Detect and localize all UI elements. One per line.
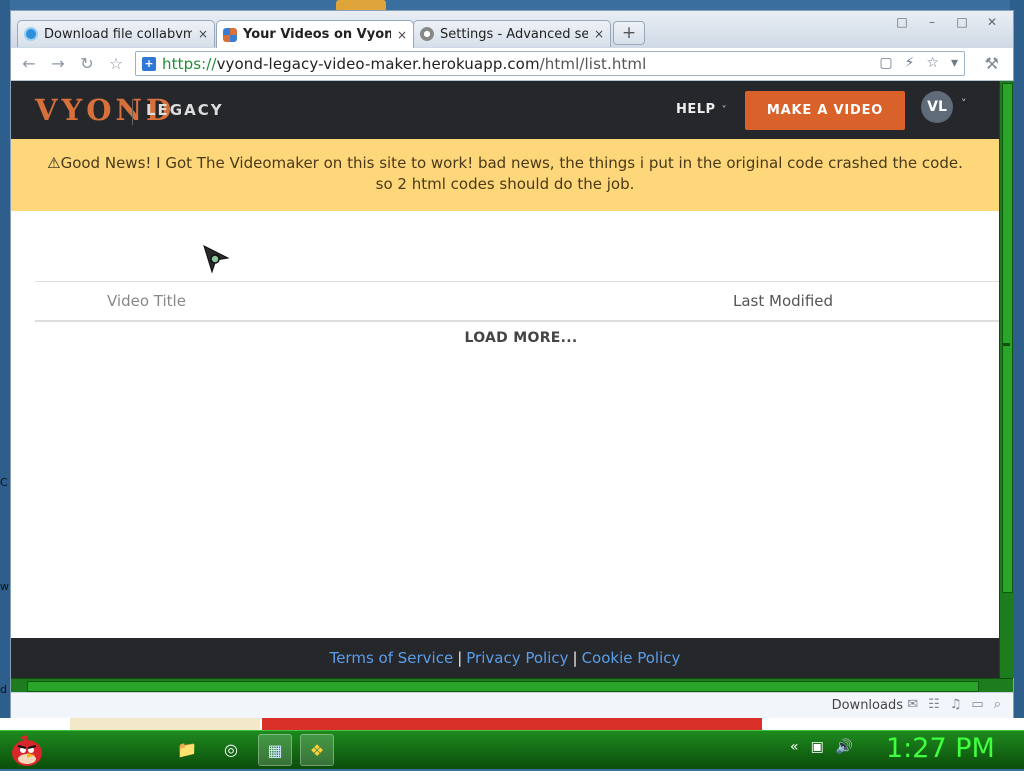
- display-icon[interactable]: ▭: [971, 697, 983, 712]
- tab-title: Your Videos on Vyond L: [243, 27, 391, 42]
- terms-link[interactable]: Terms of Service: [330, 649, 454, 667]
- footer-separator: |: [572, 649, 578, 667]
- footer-separator: |: [457, 649, 463, 667]
- show-hidden-icons-icon[interactable]: «: [790, 739, 799, 755]
- mail-icon[interactable]: ✉: [907, 697, 918, 712]
- tab-title: Settings - Advanced settir: [440, 26, 588, 42]
- desktop-letter: C: [0, 476, 8, 489]
- window-controls: □ – □ ✕: [889, 13, 1005, 31]
- taskbar-clock[interactable]: 1:27 PM: [886, 733, 995, 764]
- cookie-link[interactable]: Cookie Policy: [582, 649, 681, 667]
- new-tab-button[interactable]: +: [613, 21, 645, 45]
- forward-arrow-icon[interactable]: →: [48, 54, 68, 74]
- url-host: vyond-legacy-video-maker.herokuapp.com: [216, 54, 540, 73]
- download-site-icon: [24, 27, 38, 41]
- desktop-letter: d: [0, 683, 7, 696]
- status-icons: ✉ ☷ ♫ ▭ ⌕: [907, 697, 1001, 712]
- scrollbar-thumb[interactable]: [1002, 83, 1013, 593]
- media-center-icon[interactable]: ❖: [300, 734, 334, 766]
- url-text[interactable]: https://vyond-legacy-video-maker.herokua…: [162, 55, 646, 73]
- status-bar: Downloads ✉ ☷ ♫ ▭ ⌕: [11, 692, 1013, 720]
- secure-shield-icon: +: [142, 56, 156, 71]
- site-header: VYOND LEGACY HELP ˅ MAKE A VIDEO VL ˅: [11, 81, 999, 139]
- column-video-title[interactable]: Video Title: [107, 292, 186, 310]
- panel-icon[interactable]: ☷: [928, 697, 940, 712]
- desktop-wallpaper-strip: [0, 718, 1024, 730]
- announcement-banner: ⚠Good News! I Got The Videomaker on this…: [11, 139, 999, 211]
- audio-icon[interactable]: ♫: [950, 697, 962, 712]
- chevron-down-icon: ˅: [721, 105, 728, 116]
- logo-divider: [132, 99, 133, 125]
- gear-icon: [420, 27, 434, 41]
- url-path: /html/list.html: [539, 54, 647, 73]
- browser-window: Download file collabvm.e: × Your Videos …: [10, 10, 1014, 720]
- dropdown-icon[interactable]: ▾: [951, 55, 958, 71]
- popup-blocked-icon[interactable]: ▢: [879, 55, 892, 71]
- bookmark-star-icon[interactable]: ☆: [106, 54, 126, 74]
- maximize-icon[interactable]: □: [949, 13, 975, 31]
- chevron-down-icon[interactable]: ˅: [961, 97, 967, 110]
- downloads-button[interactable]: Downloads: [832, 698, 903, 713]
- wrench-menu-icon[interactable]: ⚒: [985, 54, 999, 73]
- close-tab-icon[interactable]: ×: [397, 28, 407, 42]
- banner-text: Good News! I Got The Videomaker on this …: [60, 154, 963, 193]
- address-bar[interactable]: + https://vyond-legacy-video-maker.herok…: [135, 51, 965, 76]
- tab-download[interactable]: Download file collabvm.e: ×: [17, 20, 215, 47]
- tab-settings[interactable]: Settings - Advanced settir ×: [413, 20, 611, 47]
- volume-icon[interactable]: 🔊: [836, 739, 853, 755]
- warning-icon: ⚠: [47, 154, 61, 172]
- tab-strip: Download file collabvm.e: × Your Videos …: [11, 11, 1013, 48]
- close-tab-icon[interactable]: ×: [198, 27, 208, 41]
- desktop-left-edge: C w d: [0, 0, 10, 730]
- vyond-icon: [223, 27, 237, 42]
- scrollbar-thumb[interactable]: [27, 681, 979, 692]
- zoom-icon[interactable]: ⌕: [994, 697, 1001, 712]
- control-panel-icon[interactable]: ▦: [258, 734, 292, 766]
- flash-icon[interactable]: ⚡: [905, 55, 915, 71]
- page-viewport: VYOND LEGACY HELP ˅ MAKE A VIDEO VL ˅ ⚠Go…: [11, 81, 999, 678]
- star-icon[interactable]: ☆: [926, 55, 939, 71]
- scrollbar-grip: [1003, 343, 1010, 346]
- system-tray: « ▣ 🔊: [790, 739, 853, 755]
- video-list-header: Video Title Last Modified: [35, 281, 999, 322]
- tab-title: Download file collabvm.e:: [44, 26, 192, 42]
- close-window-icon[interactable]: ✕: [979, 13, 1005, 31]
- minimize-icon[interactable]: –: [919, 13, 945, 31]
- browser-toolbar: ← → ↻ ☆ + https://vyond-legacy-video-mak…: [11, 48, 1013, 81]
- profile-icon[interactable]: □: [889, 13, 915, 31]
- close-tab-icon[interactable]: ×: [594, 27, 604, 41]
- folder-icon[interactable]: 📁: [170, 734, 204, 766]
- address-bar-icons: ▢ ⚡ ☆ ▾: [879, 55, 958, 71]
- privacy-link[interactable]: Privacy Policy: [466, 649, 568, 667]
- tab-your-videos[interactable]: Your Videos on Vyond L ×: [216, 20, 414, 48]
- desktop-letter: w: [0, 580, 9, 593]
- wallpaper-shape: [262, 718, 762, 730]
- reload-icon[interactable]: ↻: [77, 54, 97, 74]
- make-a-video-button[interactable]: MAKE A VIDEO: [745, 91, 905, 130]
- horizontal-scrollbar[interactable]: [11, 678, 1013, 693]
- vertical-scrollbar[interactable]: [999, 81, 1014, 678]
- network-icon[interactable]: ▣: [811, 739, 824, 755]
- logo-legacy-label: LEGACY: [146, 101, 224, 119]
- url-scheme: https://: [162, 54, 217, 73]
- site-footer: Terms of Service | Privacy Policy | Cookie P…: [11, 638, 999, 678]
- avatar[interactable]: VL: [921, 91, 953, 123]
- wallpaper-shape: [70, 718, 260, 730]
- help-label: HELP: [676, 102, 716, 117]
- load-more-button[interactable]: LOAD MORE...: [11, 330, 999, 346]
- start-button-angry-bird-icon[interactable]: [8, 733, 46, 767]
- help-menu[interactable]: HELP ˅: [676, 102, 727, 117]
- taskbar: 📁 ◎ ▦ ❖ « ▣ 🔊 1:27 PM: [0, 730, 1024, 769]
- column-last-modified[interactable]: Last Modified: [733, 292, 833, 310]
- browser-icon[interactable]: ◎: [214, 734, 248, 766]
- back-arrow-icon[interactable]: ←: [19, 54, 39, 74]
